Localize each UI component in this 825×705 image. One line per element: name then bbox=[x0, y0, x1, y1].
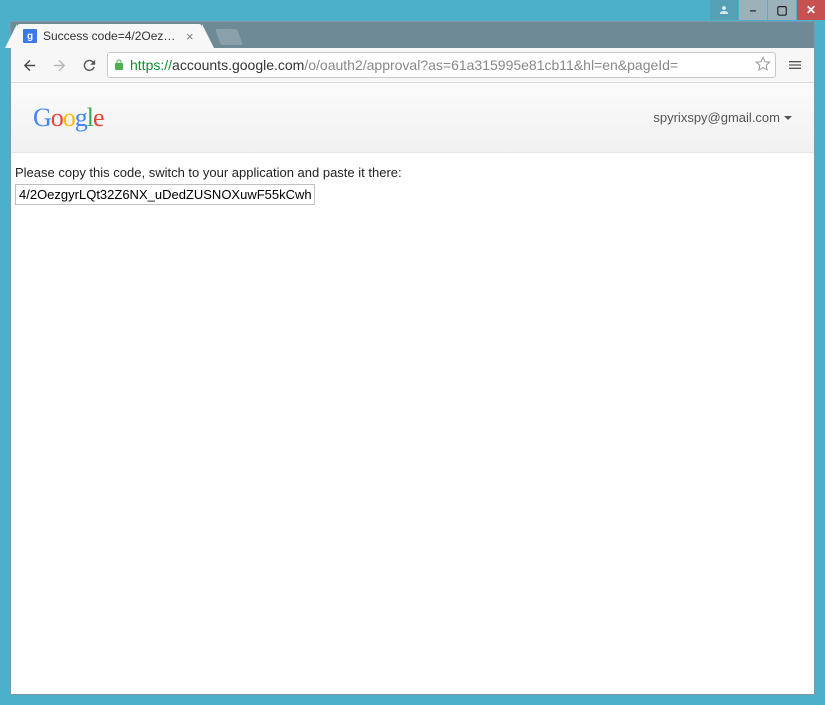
page-content: Google spyrixspy@gmail.com Please copy t… bbox=[11, 83, 814, 694]
account-email: spyrixspy@gmail.com bbox=[653, 110, 780, 125]
back-button[interactable] bbox=[17, 53, 41, 77]
google-favicon-icon: g bbox=[23, 29, 37, 43]
arrow-right-icon bbox=[51, 57, 68, 74]
browser-toolbar: https://accounts.google.com/o/oauth2/app… bbox=[11, 48, 814, 83]
tab-close-button[interactable]: × bbox=[186, 29, 194, 44]
user-icon bbox=[718, 4, 730, 16]
maximize-icon: ▢ bbox=[776, 3, 787, 17]
caret-down-icon bbox=[784, 116, 792, 120]
reload-button[interactable] bbox=[77, 53, 101, 77]
page-header: Google spyrixspy@gmail.com bbox=[11, 83, 814, 153]
browser-window: g Success code=4/2OezgyrL × https://acco… bbox=[10, 21, 815, 695]
tab-title: Success code=4/2OezgyrL bbox=[43, 29, 178, 43]
browser-tab[interactable]: g Success code=4/2OezgyrL × bbox=[17, 24, 202, 48]
account-menu[interactable]: spyrixspy@gmail.com bbox=[653, 110, 792, 125]
page-body: Please copy this code, switch to your ap… bbox=[11, 153, 814, 217]
maximize-button[interactable]: ▢ bbox=[768, 0, 796, 20]
auth-code-input[interactable] bbox=[15, 184, 315, 205]
close-icon: ✕ bbox=[806, 3, 816, 17]
reload-icon bbox=[81, 57, 98, 74]
star-icon bbox=[755, 56, 771, 72]
chrome-menu-button[interactable] bbox=[782, 52, 808, 78]
instruction-text: Please copy this code, switch to your ap… bbox=[15, 165, 810, 180]
arrow-left-icon bbox=[21, 57, 38, 74]
titlebar-user-button[interactable] bbox=[710, 0, 738, 20]
hamburger-icon bbox=[787, 57, 803, 73]
window-titlebar: – ▢ ✕ bbox=[0, 0, 825, 21]
google-logo: Google bbox=[33, 103, 104, 133]
address-bar[interactable]: https://accounts.google.com/o/oauth2/app… bbox=[107, 52, 776, 78]
tab-strip: g Success code=4/2OezgyrL × bbox=[11, 22, 814, 48]
new-tab-button[interactable] bbox=[215, 29, 243, 45]
close-button[interactable]: ✕ bbox=[797, 0, 825, 20]
bookmark-button[interactable] bbox=[755, 56, 771, 75]
forward-button[interactable] bbox=[47, 53, 71, 77]
url-text: https://accounts.google.com/o/oauth2/app… bbox=[130, 57, 751, 73]
minimize-icon: – bbox=[750, 3, 757, 17]
lock-icon bbox=[112, 58, 126, 72]
minimize-button[interactable]: – bbox=[739, 0, 767, 20]
